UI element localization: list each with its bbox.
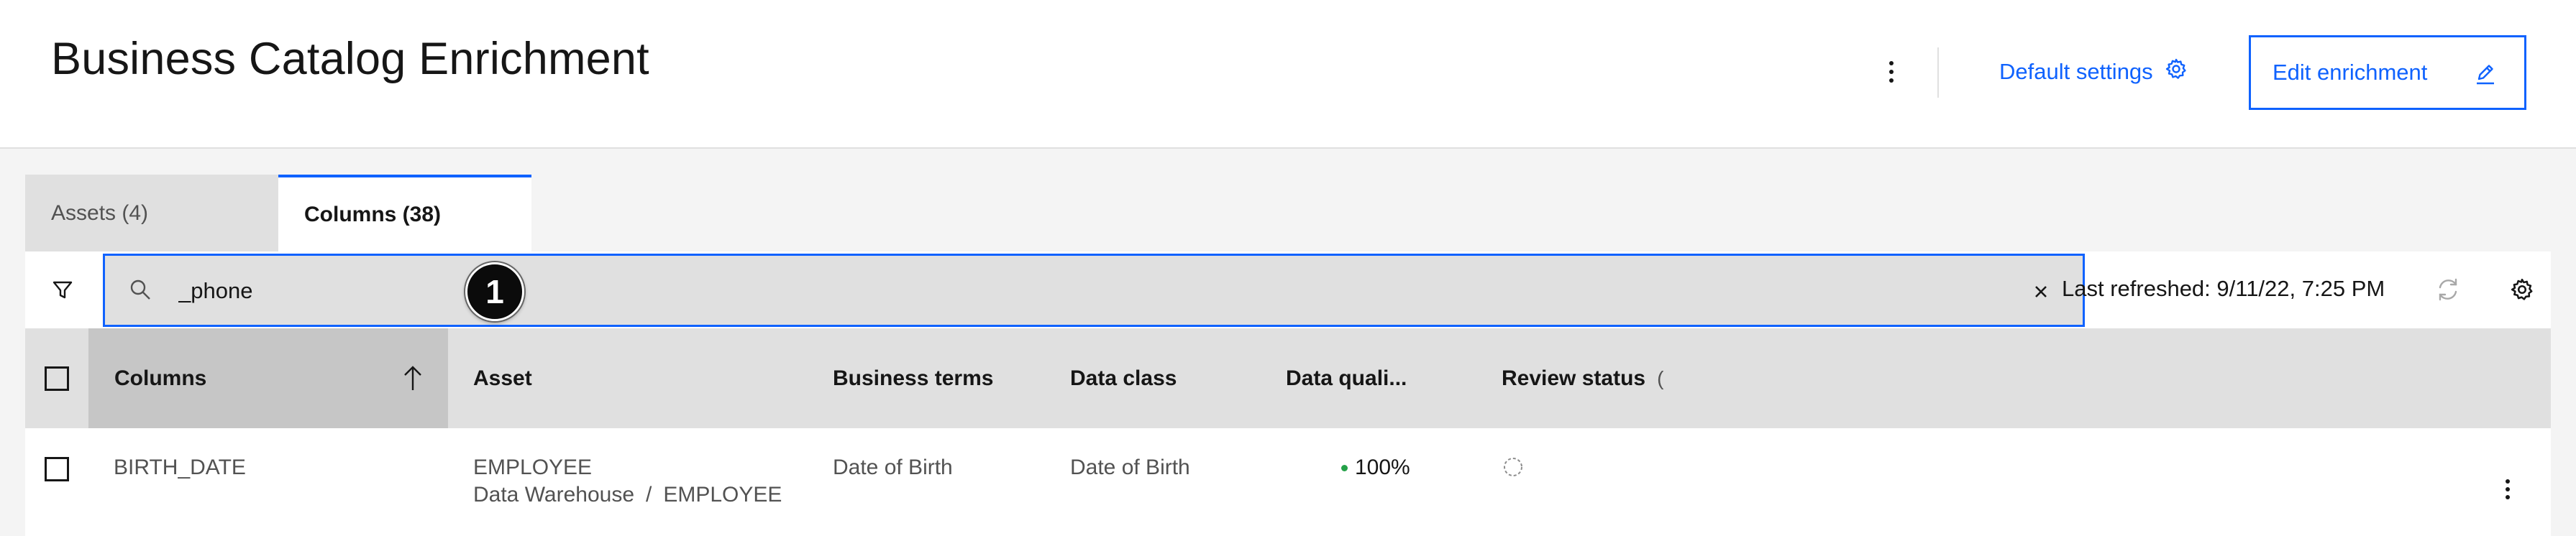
last-refreshed-text: Last refreshed: 9/11/22, 7:25 PM [2062, 276, 2385, 301]
row-overflow-menu-button[interactable] [2493, 471, 2522, 507]
page-title: Business Catalog Enrichment [51, 34, 649, 84]
quality-status-dot [1341, 464, 1348, 471]
header-overflow-menu-button[interactable] [1877, 50, 1906, 93]
refresh-icon [2439, 278, 2457, 301]
edit-enrichment-button[interactable]: Edit enrichment [2249, 35, 2526, 110]
column-header-review-status[interactable]: Review status ( [1502, 328, 1663, 428]
row-checkbox[interactable] [45, 457, 69, 481]
row-data-class[interactable]: Date of Birth [1070, 456, 1190, 480]
filter-icon [52, 281, 73, 299]
path-separator: / [646, 483, 652, 507]
table-settings-button[interactable] [2504, 272, 2540, 308]
select-all-cell [25, 328, 88, 428]
row-asset-path-child: EMPLOYEE [663, 483, 782, 507]
default-settings-button[interactable]: Default settings [1999, 56, 2188, 88]
overflow-dot-icon [1889, 61, 1894, 65]
overflow-dot-icon [1889, 70, 1894, 74]
step-number-badge: 1 [465, 262, 524, 321]
row-column-name[interactable]: BIRTH_DATE [114, 456, 246, 480]
column-header-columns-label: Columns [114, 366, 207, 390]
clear-search-button[interactable] [2028, 279, 2054, 305]
info-icon: ( [1657, 366, 1664, 389]
overflow-dot-icon [2506, 479, 2510, 484]
search-icon [128, 277, 152, 305]
tab-columns[interactable]: Columns (38) [278, 175, 531, 251]
arrow-up-icon [402, 364, 424, 397]
select-all-checkbox[interactable] [45, 366, 69, 391]
header-divider [1937, 47, 1939, 98]
edit-enrichment-label: Edit enrichment [2273, 60, 2428, 85]
filter-button[interactable] [45, 273, 80, 308]
close-icon [2035, 286, 2047, 297]
column-header-asset[interactable]: Asset [473, 328, 532, 428]
overflow-dot-icon [2506, 495, 2510, 499]
pencil-icon [2474, 62, 2497, 91]
search-box[interactable] [103, 254, 2085, 327]
column-header-data-class[interactable]: Data class [1070, 328, 1177, 428]
row-data-quality: 100% [1341, 456, 1410, 480]
search-input[interactable] [178, 272, 1976, 310]
tab-assets[interactable]: Assets (4) [25, 175, 278, 251]
gear-icon [2165, 57, 2188, 86]
row-data-quality-value: 100% [1355, 456, 1410, 479]
row-asset-path-parent: Data Warehouse [473, 483, 635, 507]
row-business-term[interactable]: Date of Birth [833, 456, 953, 480]
tab-columns-label: Columns (38) [304, 202, 442, 226]
overflow-dot-icon [2506, 487, 2510, 491]
tab-assets-label: Assets (4) [51, 200, 149, 225]
row-asset-path: Data Warehouse / EMPLOYEE [473, 483, 782, 507]
table-row[interactable]: BIRTH_DATE EMPLOYEE Data Warehouse / EMPLO… [25, 428, 2551, 536]
table-toolbar: 1 Last refreshed: 9/11/22, 7:25 PM [25, 251, 2551, 328]
column-header-data-quality[interactable]: Data quali... [1286, 328, 1407, 428]
row-asset-name[interactable]: EMPLOYEE [473, 456, 592, 480]
column-header-business-terms[interactable]: Business terms [833, 328, 993, 428]
page-header: Business Catalog Enrichment Default sett… [0, 0, 2576, 149]
row-review-status [1502, 456, 1525, 484]
gear-icon [2511, 278, 2533, 300]
refresh-button[interactable] [2430, 272, 2466, 308]
column-header-columns[interactable]: Columns [88, 328, 448, 428]
table-header: Columns Asset Business terms Data class … [25, 328, 2551, 428]
pending-status-icon [1504, 458, 1522, 476]
row-select-cell [45, 457, 69, 481]
default-settings-label: Default settings [1999, 59, 2153, 84]
overflow-dot-icon [1889, 78, 1894, 83]
column-header-review-status-label: Review status [1502, 366, 1646, 390]
